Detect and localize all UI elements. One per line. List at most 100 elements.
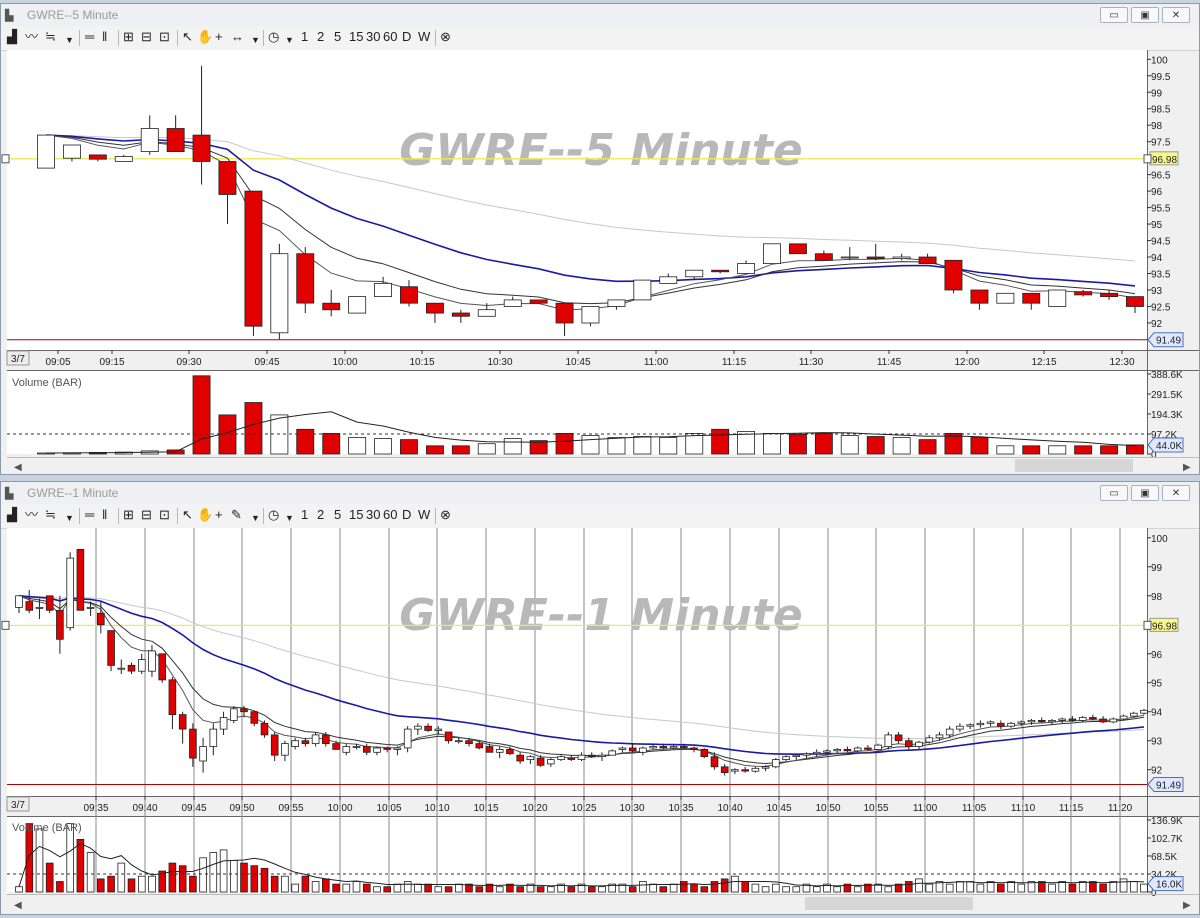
volume-bar[interactable] <box>731 875 739 893</box>
vertical-layout-icon[interactable]: ‖ <box>102 29 107 45</box>
candle-body[interactable] <box>209 728 218 747</box>
candle-body[interactable] <box>894 734 903 742</box>
clock-icon[interactable]: ◷ <box>268 29 279 45</box>
pencil-icon[interactable]: ✎ <box>231 507 242 523</box>
period-30-button[interactable]: 30 <box>366 507 380 523</box>
candle-body[interactable] <box>107 630 115 666</box>
volume-bar[interactable] <box>296 428 315 455</box>
candle-body[interactable] <box>45 595 54 611</box>
volume-bar[interactable] <box>1017 883 1026 893</box>
volume-bar[interactable] <box>322 432 341 455</box>
candle-body[interactable] <box>1058 718 1067 721</box>
candle-body[interactable] <box>547 759 555 765</box>
candle-body[interactable] <box>633 279 652 301</box>
volume-bar[interactable] <box>148 875 156 893</box>
candle-body[interactable] <box>229 708 238 721</box>
candle-body[interactable] <box>944 259 963 291</box>
chart-1min[interactable]: GWRE--1 Minute 100999897969594939296.989… <box>1 528 1199 914</box>
price-pane[interactable] <box>7 50 1147 350</box>
candle-body[interactable] <box>148 650 156 672</box>
candle-body[interactable] <box>853 747 862 752</box>
volume-bar[interactable] <box>1126 444 1144 455</box>
volume-bar[interactable] <box>536 886 545 893</box>
volume-bar[interactable] <box>117 862 126 893</box>
candle-body[interactable] <box>607 299 626 307</box>
period-w-button[interactable]: W <box>418 29 430 45</box>
candle-body[interactable] <box>158 653 167 681</box>
volume-bar[interactable] <box>168 862 177 893</box>
period-2-button[interactable]: 2 <box>317 29 324 45</box>
volume-bar[interactable] <box>76 838 85 893</box>
volume-bar[interactable] <box>301 875 310 893</box>
volume-bar[interactable] <box>137 875 146 893</box>
candle-body[interactable] <box>925 737 934 743</box>
dropdown-arrow-icon[interactable]: ▼ <box>251 510 260 526</box>
candle-body[interactable] <box>945 728 954 736</box>
volume-bar[interactable] <box>680 881 688 893</box>
volume-bar[interactable] <box>813 886 821 893</box>
candle-body[interactable] <box>444 731 453 742</box>
volume-bar[interactable] <box>45 862 54 893</box>
volume-bar[interactable] <box>444 886 453 893</box>
zoom-out-icon[interactable]: ⊟ <box>141 507 152 523</box>
candle-body[interactable] <box>1027 719 1036 723</box>
volume-bar[interactable] <box>925 883 934 893</box>
period-1-button[interactable]: 1 <box>301 507 308 523</box>
candle-body[interactable] <box>88 154 107 160</box>
candle-body[interactable] <box>711 269 730 273</box>
scroll-right-icon[interactable]: ▶ <box>1183 900 1191 911</box>
volume-bar[interactable] <box>321 878 330 893</box>
candle-body[interactable] <box>322 302 341 311</box>
volume-bar[interactable] <box>547 886 555 893</box>
volume-bar[interactable] <box>244 402 263 455</box>
candle-body[interactable] <box>192 134 211 162</box>
candle-body[interactable] <box>250 711 259 724</box>
candle-body[interactable] <box>1078 717 1087 721</box>
volume-bar[interactable] <box>567 886 576 893</box>
volume-bar[interactable] <box>710 881 719 893</box>
volume-bar[interactable] <box>86 852 95 893</box>
candle-body[interactable] <box>424 725 432 731</box>
volume-bar[interactable] <box>633 436 652 455</box>
volume-pane[interactable] <box>7 816 1147 892</box>
volume-bar[interactable] <box>219 849 228 893</box>
candle-body[interactable] <box>311 734 320 744</box>
candle-body[interactable] <box>639 747 647 753</box>
candle-body[interactable] <box>66 557 75 629</box>
minimize-button[interactable]: ▭ <box>1100 485 1128 501</box>
volume-bar[interactable] <box>270 875 279 893</box>
horizontal-layout-icon[interactable]: ═ <box>85 29 94 45</box>
candle-body[interactable] <box>1022 292 1041 304</box>
volume-bar[interactable] <box>966 881 974 893</box>
candle-body[interactable] <box>1048 289 1067 307</box>
candle-body[interactable] <box>127 664 136 672</box>
volume-bar[interactable] <box>1109 881 1118 893</box>
volume-bar[interactable] <box>475 886 484 893</box>
volume-bar[interactable] <box>761 886 770 893</box>
volume-bar[interactable] <box>581 435 600 455</box>
volume-bar[interactable] <box>1048 445 1067 455</box>
volume-bar[interactable] <box>1099 883 1107 893</box>
volume-bar[interactable] <box>1007 881 1015 893</box>
candle-body[interactable] <box>833 748 841 752</box>
candle-body[interactable] <box>792 754 801 757</box>
volume-bar[interactable] <box>814 432 833 455</box>
candle-body[interactable] <box>577 754 586 760</box>
volume-bar[interactable] <box>1068 883 1077 893</box>
volume-bar[interactable] <box>639 881 647 893</box>
period-15-button[interactable]: 15 <box>349 29 363 45</box>
candle-body[interactable] <box>1140 709 1148 714</box>
candle-body[interactable] <box>35 607 44 609</box>
volume-bar[interactable] <box>1130 881 1138 893</box>
candle-body[interactable] <box>700 748 709 757</box>
candle-body[interactable] <box>555 302 574 324</box>
candle-body[interactable] <box>996 292 1015 304</box>
volume-bar[interactable] <box>383 886 391 893</box>
candle-body[interactable] <box>281 743 289 756</box>
candle-body[interactable] <box>669 746 678 749</box>
candle-body[interactable] <box>813 751 821 755</box>
volume-bar[interactable] <box>1048 883 1056 893</box>
candle-body[interactable] <box>240 708 248 713</box>
volume-bar[interactable] <box>782 886 790 893</box>
volume-bar[interactable] <box>454 883 463 893</box>
